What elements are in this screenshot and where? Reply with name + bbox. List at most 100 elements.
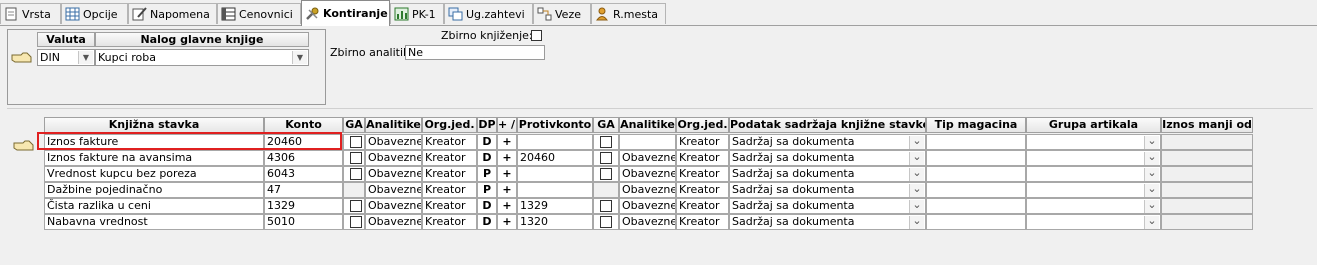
- ga-checkbox[interactable]: [350, 216, 362, 228]
- cell-analitike[interactable]: Obavezne: [365, 150, 422, 166]
- cell-grupa[interactable]: ⌄: [1026, 182, 1161, 198]
- cell-grupa[interactable]: ⌄: [1026, 166, 1161, 182]
- cell-ga2[interactable]: [593, 214, 619, 230]
- cell-pm[interactable]: +: [497, 134, 517, 150]
- column-header-plus-minus[interactable]: + / -: [497, 117, 517, 133]
- cell-dp[interactable]: P: [477, 182, 497, 198]
- cell-pm[interactable]: +: [497, 182, 517, 198]
- chevron-down-icon[interactable]: ⌄: [1144, 167, 1159, 181]
- ga-checkbox[interactable]: [600, 152, 612, 164]
- cell-orgjed[interactable]: Kreator: [422, 150, 477, 166]
- cell-ga2[interactable]: [593, 182, 619, 198]
- cell-orgjed2[interactable]: Kreator: [676, 134, 729, 150]
- chevron-down-icon[interactable]: ⌄: [909, 215, 924, 229]
- cell-grupa[interactable]: ⌄: [1026, 198, 1161, 214]
- tab-kontiranje[interactable]: Kontiranje: [301, 0, 390, 26]
- column-header-analitike[interactable]: Analitike: [365, 117, 422, 133]
- cell-ga[interactable]: [343, 166, 365, 182]
- column-header-tip-magacina[interactable]: Tip magacina: [926, 117, 1026, 133]
- chevron-down-icon[interactable]: ⌄: [909, 199, 924, 213]
- cell-tip[interactable]: [926, 198, 1026, 214]
- ga-checkbox[interactable]: [600, 200, 612, 212]
- cell-ga[interactable]: [343, 214, 365, 230]
- chevron-down-icon[interactable]: ⌄: [1144, 183, 1159, 197]
- cell-podatak[interactable]: Sadržaj sa dokumenta ⌄: [729, 134, 926, 150]
- cell-pm[interactable]: +: [497, 166, 517, 182]
- cell-pm[interactable]: +: [497, 198, 517, 214]
- zbirno-knjizenje-checkbox[interactable]: [531, 30, 542, 41]
- ga-checkbox[interactable]: [350, 168, 362, 180]
- chevron-down-icon[interactable]: ⌄: [1144, 199, 1159, 213]
- cell-analitike2[interactable]: Obavezne: [619, 198, 676, 214]
- cell-podatak[interactable]: Sadržaj sa dokumenta ⌄: [729, 150, 926, 166]
- cell-stavka[interactable]: Iznos fakture: [44, 134, 264, 150]
- cell-pm[interactable]: +: [497, 214, 517, 230]
- ga-checkbox[interactable]: [600, 216, 612, 228]
- chevron-down-icon[interactable]: ⌄: [909, 135, 924, 149]
- cell-podatak[interactable]: Sadržaj sa dokumenta ⌄: [729, 182, 926, 198]
- ga-checkbox[interactable]: [350, 200, 362, 212]
- column-header-iznos-manji-od[interactable]: Iznos manji od: [1161, 117, 1253, 133]
- column-header-podatak[interactable]: Podatak sadržaja knjižne stavke: [729, 117, 926, 133]
- chevron-down-icon[interactable]: ▼: [292, 51, 307, 64]
- tab-vrsta[interactable]: Vrsta: [0, 3, 61, 24]
- cell-protivkonto[interactable]: 1329: [517, 198, 593, 214]
- cell-orgjed[interactable]: Kreator: [422, 198, 477, 214]
- cell-ga2[interactable]: [593, 134, 619, 150]
- cell-ga2[interactable]: [593, 150, 619, 166]
- tab-pk-1[interactable]: PK-1: [390, 3, 444, 24]
- ga-checkbox[interactable]: [600, 168, 612, 180]
- cell-grupa[interactable]: ⌄: [1026, 150, 1161, 166]
- cell-tip[interactable]: [926, 150, 1026, 166]
- cell-iznos[interactable]: [1161, 198, 1253, 214]
- cell-dp[interactable]: P: [477, 166, 497, 182]
- cell-ga2[interactable]: [593, 166, 619, 182]
- cell-ga[interactable]: [343, 150, 365, 166]
- cell-orgjed2[interactable]: Kreator: [676, 150, 729, 166]
- ga-checkbox[interactable]: [350, 152, 362, 164]
- cell-tip[interactable]: [926, 166, 1026, 182]
- cell-analitike2[interactable]: Obavezne: [619, 166, 676, 182]
- cell-ga[interactable]: [343, 198, 365, 214]
- column-header-org-jed[interactable]: Org.jed.: [422, 117, 477, 133]
- cell-pm[interactable]: +: [497, 150, 517, 166]
- column-header-konto[interactable]: Konto: [264, 117, 343, 133]
- cell-stavka[interactable]: Dažbine pojedinačno: [44, 182, 264, 198]
- valuta-select[interactable]: DIN ▼: [37, 49, 95, 66]
- cell-iznos[interactable]: [1161, 134, 1253, 150]
- cell-konto[interactable]: 20460: [264, 134, 343, 150]
- chevron-down-icon[interactable]: ⌄: [1144, 215, 1159, 229]
- nalog-select[interactable]: Kupci roba ▼: [95, 49, 309, 66]
- column-header-org-jed-2[interactable]: Org.jed.: [676, 117, 729, 133]
- cell-analitike2[interactable]: Obavezne: [619, 182, 676, 198]
- cell-konto[interactable]: 6043: [264, 166, 343, 182]
- cell-protivkonto[interactable]: 1320: [517, 214, 593, 230]
- cell-konto[interactable]: 4306: [264, 150, 343, 166]
- cell-analitike[interactable]: Obavezne: [365, 134, 422, 150]
- cell-iznos[interactable]: [1161, 150, 1253, 166]
- cell-konto[interactable]: 47: [264, 182, 343, 198]
- chevron-down-icon[interactable]: ⌄: [909, 167, 924, 181]
- cell-ga2[interactable]: [593, 198, 619, 214]
- chevron-down-icon[interactable]: ⌄: [1144, 135, 1159, 149]
- cell-protivkonto[interactable]: [517, 166, 593, 182]
- cell-orgjed2[interactable]: Kreator: [676, 214, 729, 230]
- cell-orgjed[interactable]: Kreator: [422, 182, 477, 198]
- cell-orgjed2[interactable]: Kreator: [676, 182, 729, 198]
- cell-grupa[interactable]: ⌄: [1026, 214, 1161, 230]
- cell-orgjed2[interactable]: Kreator: [676, 198, 729, 214]
- tab-napomena[interactable]: Napomena: [128, 3, 217, 24]
- cell-dp[interactable]: D: [477, 134, 497, 150]
- column-header-ga[interactable]: GA: [343, 117, 365, 133]
- cell-analitike[interactable]: Obavezne: [365, 182, 422, 198]
- cell-konto[interactable]: 5010: [264, 214, 343, 230]
- chevron-down-icon[interactable]: ▼: [78, 51, 93, 64]
- cell-orgjed[interactable]: Kreator: [422, 134, 477, 150]
- cell-tip[interactable]: [926, 182, 1026, 198]
- cell-iznos[interactable]: [1161, 166, 1253, 182]
- cell-konto[interactable]: 1329: [264, 198, 343, 214]
- cell-protivkonto[interactable]: 20460: [517, 150, 593, 166]
- cell-stavka[interactable]: Čista razlika u ceni: [44, 198, 264, 214]
- cell-analitike2[interactable]: Obavezne: [619, 214, 676, 230]
- tab-r-mesta[interactable]: R.mesta: [591, 3, 666, 24]
